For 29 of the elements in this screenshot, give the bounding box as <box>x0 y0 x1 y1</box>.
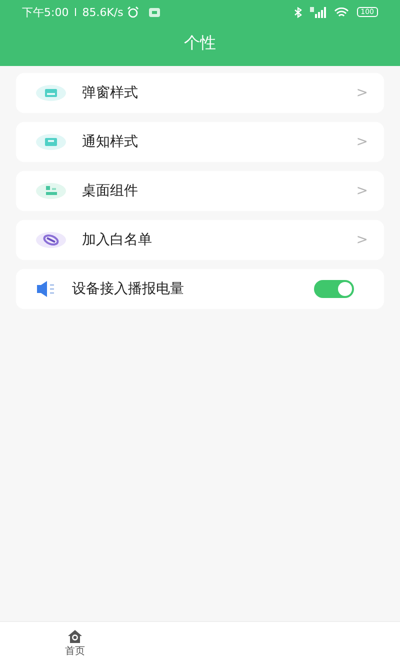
setting-row[interactable]: 桌面组件 > <box>16 171 384 211</box>
setting-label: 弹窗样式 <box>82 84 139 102</box>
bluetooth-icon <box>294 6 302 18</box>
setting-label: 加入白名单 <box>82 231 153 249</box>
wifi-icon <box>334 6 349 18</box>
nav-label: 首页 <box>65 645 85 658</box>
chevron-text: > <box>356 183 368 199</box>
signal-icon <box>310 6 326 18</box>
notification-icon <box>149 8 160 16</box>
widget-icon <box>36 183 66 199</box>
clock-time: 下午5:00 <box>22 4 69 20</box>
card-icon <box>36 134 66 150</box>
chevron-text: > <box>356 232 368 248</box>
network-speed: 85.6K/s <box>82 6 124 18</box>
window-icon <box>36 85 66 101</box>
setting-row[interactable]: 加入白名单 > <box>16 220 384 260</box>
speaker-icon <box>36 280 56 298</box>
chevron-text: > <box>356 134 368 150</box>
setting-row[interactable]: 设备接入播报电量 <box>16 269 384 309</box>
alarm-icon <box>127 6 140 18</box>
setting-label: 通知样式 <box>82 133 139 151</box>
page-title: 个性 <box>184 32 216 54</box>
setting-label: 桌面组件 <box>82 182 139 200</box>
home-icon <box>68 630 82 643</box>
chevron-text: > <box>356 85 368 101</box>
setting-row[interactable]: 通知样式 > <box>16 122 384 162</box>
toggle-switch[interactable] <box>314 280 354 298</box>
setting-row[interactable]: 弹窗样式 > <box>16 73 384 113</box>
setting-label: 设备接入播报电量 <box>72 280 185 298</box>
